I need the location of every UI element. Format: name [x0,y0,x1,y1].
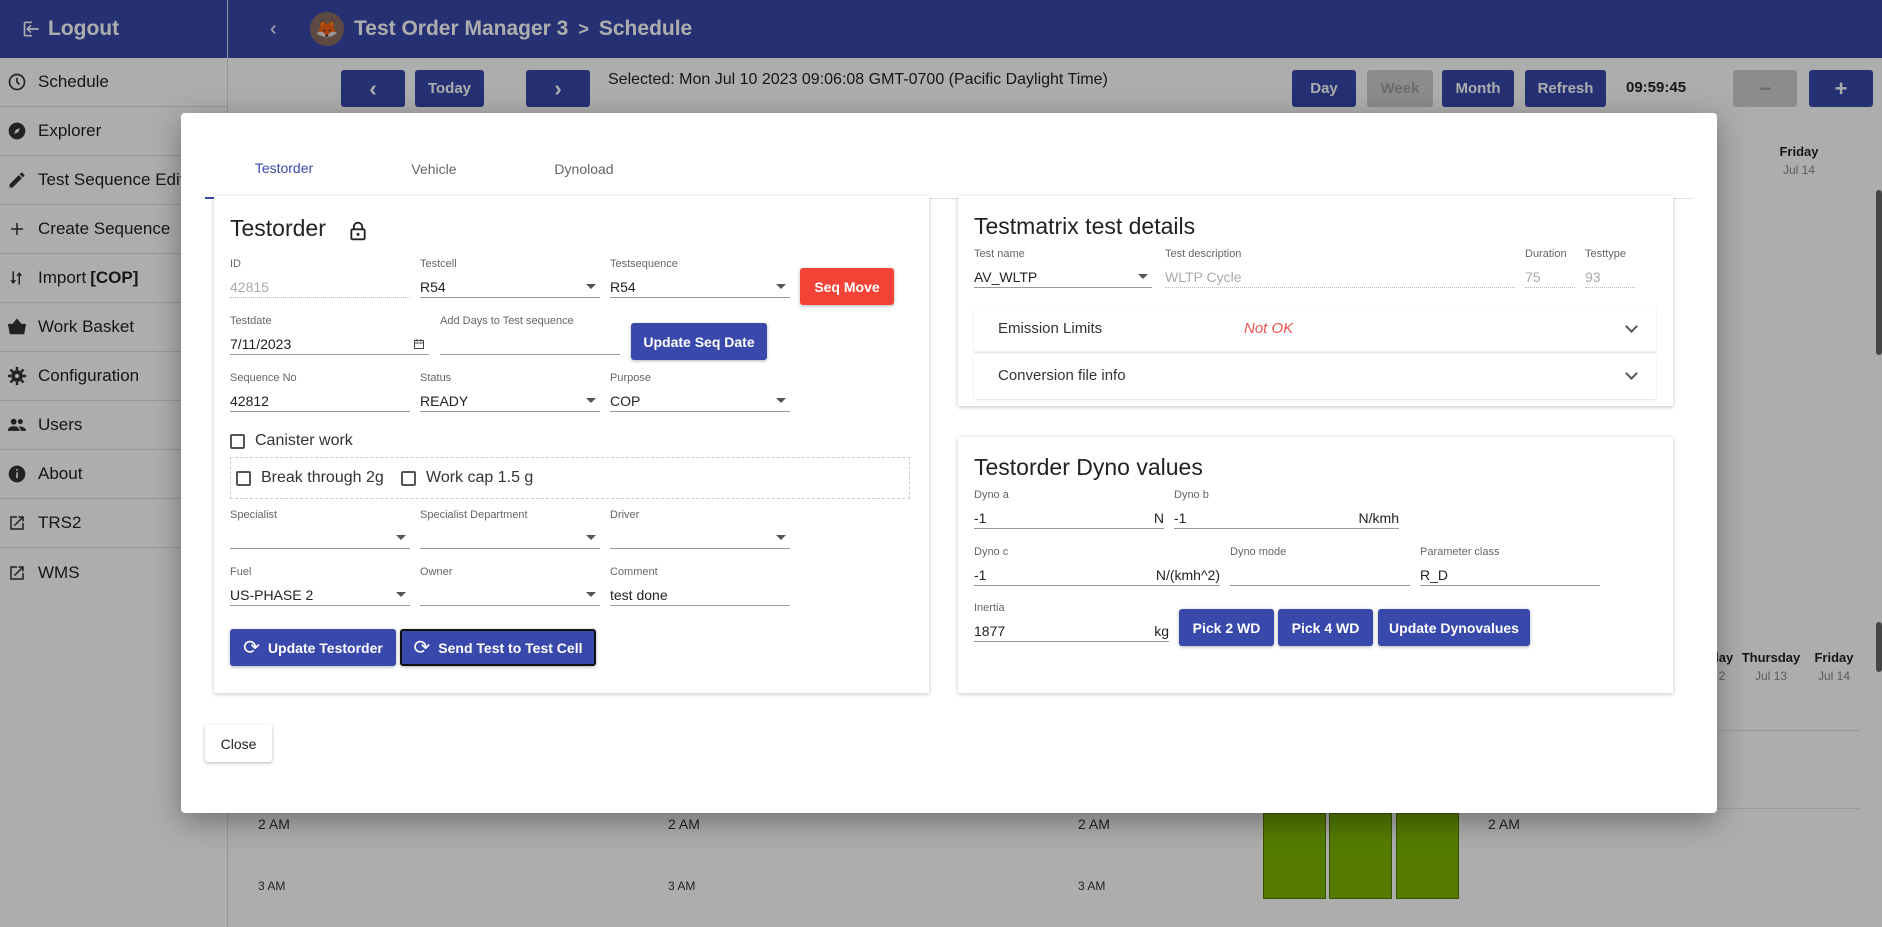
calendar-icon[interactable] [413,338,425,350]
inertia-input[interactable]: Inertia 1877 kg [974,602,1169,642]
tab-testorder[interactable]: Testorder [205,139,363,199]
testsequence-select[interactable]: Testsequence R54 [610,258,790,298]
dyno-a-input[interactable]: Dyno a -1 N [974,489,1164,529]
status-select[interactable]: Status READY [420,372,600,412]
chevron-down-icon [1138,274,1148,279]
dyno-c-input[interactable]: Dyno c -1 N/(kmh^2) [974,546,1220,586]
break-through-checkbox[interactable]: Break through 2g [236,469,384,487]
dyno-card: Testorder Dyno values Dyno a -1 N Dyno b … [958,437,1673,693]
expander-label: Emission Limits [998,320,1103,337]
chevron-down-icon [586,284,596,289]
driver-select[interactable]: Driver [610,509,790,549]
fuel-select[interactable]: Fuel US-PHASE 2 [230,566,410,606]
specialist-department-select[interactable]: Specialist Department [420,509,600,549]
testmatrix-title: Testmatrix test details [974,213,1196,239]
testtype-field: Testtype 93 [1585,248,1635,288]
purpose-select[interactable]: Purpose COP [610,372,790,412]
dyno-mode-input[interactable]: Dyno mode [1230,546,1410,586]
chevron-down-icon [396,592,406,597]
dyno-b-input[interactable]: Dyno b -1 N/kmh [1174,489,1399,529]
chevron-down-icon [1625,367,1638,380]
id-field: ID 42815 [230,258,410,298]
chevron-down-icon [586,592,596,597]
testmatrix-card: Testmatrix test details Test name AV_WLT… [958,196,1673,406]
checkbox[interactable] [230,433,245,449]
lock-icon[interactable] [348,220,368,242]
seq-move-button[interactable]: Seq Move [800,268,894,305]
chevron-down-icon [396,535,406,540]
conversion-file-expander[interactable]: Conversion file info [974,353,1656,399]
pick-2wd-button[interactable]: Pick 2 WD [1179,609,1274,646]
specialist-select[interactable]: Specialist [230,509,410,549]
checkbox-label: Canister work [255,432,353,449]
expander-label: Conversion file info [998,367,1126,384]
chevron-down-icon [586,398,596,403]
add-days-input[interactable]: Add Days to Test sequence [440,315,620,355]
emission-limits-expander[interactable]: Emission Limits Not OK [974,306,1656,352]
update-seq-date-button[interactable]: Update Seq Date [631,323,767,360]
owner-select[interactable]: Owner [420,566,600,606]
close-button[interactable]: Close [205,725,272,762]
pick-4wd-button[interactable]: Pick 4 WD [1278,609,1373,646]
testorder-card: Testorder ID 42815 Testcell R54 Testsequ… [214,196,929,693]
update-testorder-button[interactable]: ⟳ Update Testorder [230,629,396,666]
comment-input[interactable]: Comment test done [610,566,790,606]
sync-icon: ⟳ [413,637,431,659]
chevron-down-icon [776,535,786,540]
checkbox[interactable] [401,470,416,486]
chevron-down-icon [776,284,786,289]
checkbox-label: Break through 2g [261,469,384,486]
tab-dynoload[interactable]: Dynoload [505,139,663,199]
canister-work-checkbox[interactable]: Canister work [230,432,353,450]
parameter-class-input[interactable]: Parameter class R_D [1420,546,1600,586]
send-test-button[interactable]: ⟳ Send Test to Test Cell [400,629,596,666]
chevron-down-icon [1625,320,1638,333]
checkbox-group: Break through 2g Work cap 1.5 g [230,457,910,499]
dialog-tabs: Testorder Vehicle Dynoload [205,139,1693,199]
sequence-no-field[interactable]: Sequence No 42812 [230,372,410,412]
testcell-select[interactable]: Testcell R54 [420,258,600,298]
emission-status: Not OK [1244,320,1294,337]
duration-field: Duration 75 [1525,248,1575,288]
test-description-field: Test description WLTP Cycle [1165,248,1515,288]
sync-icon: ⟳ [243,637,260,659]
work-cap-checkbox[interactable]: Work cap 1.5 g [401,469,533,487]
testdate-field[interactable]: Testdate 7/11/2023 [230,315,429,355]
tab-vehicle[interactable]: Vehicle [355,139,513,199]
testorder-dialog: Testorder Vehicle Dynoload Testorder ID … [181,113,1717,813]
update-dynovalues-button[interactable]: Update Dynovalues [1378,609,1530,646]
chevron-down-icon [776,398,786,403]
testorder-title: Testorder [230,215,326,241]
checkbox[interactable] [236,470,251,486]
chevron-down-icon [586,535,596,540]
dyno-title: Testorder Dyno values [974,454,1203,480]
test-name-select[interactable]: Test name AV_WLTP [974,248,1152,288]
checkbox-label: Work cap 1.5 g [426,469,534,486]
